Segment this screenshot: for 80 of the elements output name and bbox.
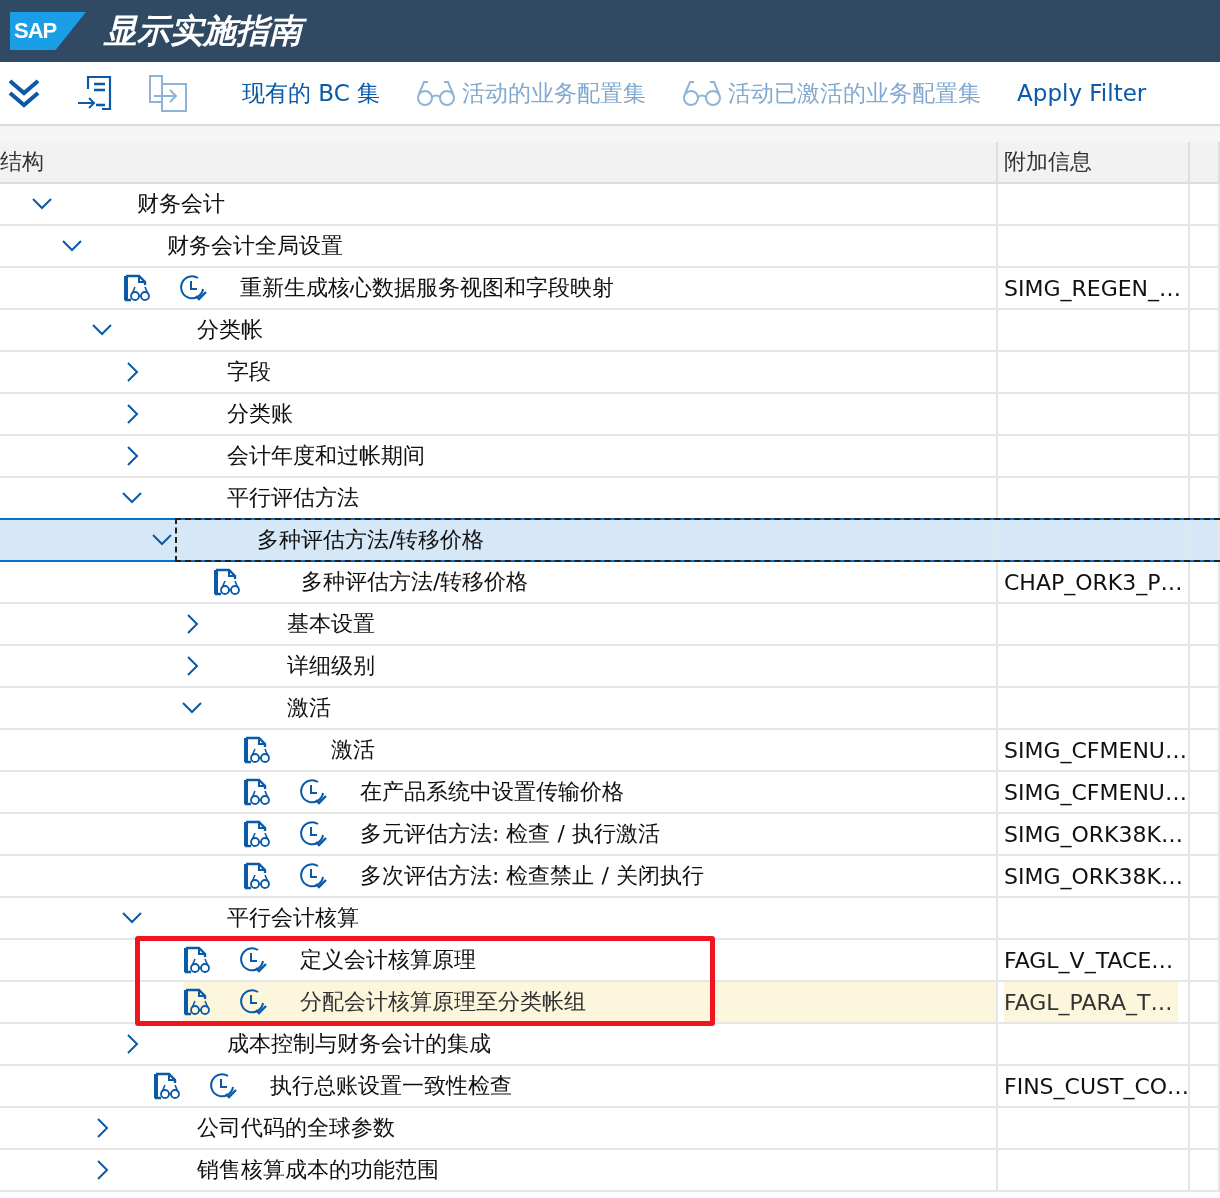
toolbar-button[interactable]: 现有的 BC 集: [242, 77, 381, 109]
tree-row[interactable]: 重新生成核心数据服务视图和字段映射 SIMG_REGEN_…: [0, 268, 1220, 310]
node-label[interactable]: 多种评估方法/转移价格: [257, 525, 485, 555]
node-label[interactable]: 会计年度和过帐期间: [227, 441, 425, 471]
logo: SAP: [10, 12, 86, 50]
technical-name: SIMG_ORK38K…: [1004, 862, 1184, 892]
node-label[interactable]: 财务会计全局设置: [167, 231, 343, 261]
tree-row[interactable]: 财务会计: [0, 184, 1220, 226]
document-glasses-icon[interactable]: [153, 1071, 181, 1101]
document-glasses-icon[interactable]: [243, 819, 271, 849]
tree-row[interactable]: 详细级别: [0, 646, 1220, 688]
technical-name: CHAP_ORK3_P…: [1004, 568, 1184, 598]
tree-row[interactable]: 激活: [0, 688, 1220, 730]
node-label[interactable]: 详细级别: [287, 651, 375, 681]
tree-row[interactable]: 多次评估方法: 检查禁止 / 关闭执行 SIMG_ORK38K…: [0, 856, 1220, 898]
technical-name: FINS_CUST_CO…: [1004, 1072, 1191, 1102]
document-glasses-icon[interactable]: [123, 273, 151, 303]
node-label[interactable]: 基本设置: [287, 609, 375, 639]
activity-label[interactable]: 定义会计核算原理: [300, 945, 476, 975]
clock-check-icon[interactable]: [238, 987, 268, 1017]
tree-row[interactable]: 平行会计核算: [0, 898, 1220, 940]
node-label[interactable]: 分类帐: [197, 315, 263, 345]
node-label[interactable]: 激活: [287, 693, 331, 723]
toolbar-button[interactable]: [76, 75, 114, 111]
document-glasses-icon[interactable]: [243, 777, 271, 807]
tree-row[interactable]: 分类账: [0, 394, 1220, 436]
document-glasses-icon[interactable]: [213, 567, 241, 597]
box-arrow-icon: [148, 74, 188, 112]
technical-name: SIMG_CFMENU…: [1004, 736, 1188, 766]
activity-label[interactable]: 激活: [331, 735, 375, 765]
tree-row[interactable]: 分类帐: [0, 310, 1220, 352]
document-glasses-icon[interactable]: [183, 987, 211, 1017]
document-glasses-icon[interactable]: [183, 945, 211, 975]
technical-name: SIMG_REGEN_…: [1004, 274, 1183, 304]
clock-check-icon[interactable]: [298, 819, 328, 849]
column-header: 附加信息: [1004, 148, 1092, 176]
tree-row[interactable]: 执行总账设置一致性检查 FINS_CUST_CO…: [0, 1066, 1220, 1108]
activity-label[interactable]: 在产品系统中设置传输价格: [360, 777, 624, 807]
document-glasses-icon[interactable]: [243, 735, 271, 765]
tree-row[interactable]: 激活 SIMG_CFMENU…: [0, 730, 1220, 772]
clock-check-icon[interactable]: [208, 1071, 238, 1101]
tree-row[interactable]: 字段: [0, 352, 1220, 394]
toolbar-button[interactable]: Apply Filter: [1017, 80, 1147, 106]
technical-name: SIMG_ORK38K…: [1004, 820, 1184, 850]
activity-label[interactable]: 多种评估方法/转移价格: [301, 567, 529, 597]
tree-row[interactable]: 会计年度和过帐期间: [0, 436, 1220, 478]
glasses-icon: [416, 79, 457, 107]
tree-row[interactable]: 成本控制与财务会计的集成: [0, 1024, 1220, 1066]
tree-row[interactable]: 多种评估方法/转移价格: [0, 518, 1220, 562]
clock-check-icon[interactable]: [178, 273, 208, 303]
tree-row[interactable]: 多种评估方法/转移价格 CHAP_ORK3_P…: [0, 562, 1220, 604]
node-label[interactable]: 公司代码的全球参数: [197, 1113, 395, 1143]
document-arrow-icon: [76, 75, 114, 111]
node-label[interactable]: 成本控制与财务会计的集成: [227, 1029, 491, 1059]
tree-row[interactable]: 基本设置: [0, 604, 1220, 646]
document-glasses-icon[interactable]: [243, 861, 271, 891]
node-label[interactable]: 销售核算成本的功能范围: [197, 1155, 439, 1185]
tree-row[interactable]: 销售核算成本的功能范围: [0, 1150, 1220, 1192]
technical-name: SIMG_CFMENU…: [1004, 778, 1188, 808]
window-title: 显示实施指南: [102, 7, 310, 55]
tree-row[interactable]: 公司代码的全球参数: [0, 1108, 1220, 1150]
node-label[interactable]: 字段: [227, 357, 271, 387]
node-label[interactable]: 平行评估方法: [227, 483, 359, 513]
clock-check-icon[interactable]: [298, 861, 328, 891]
node-label[interactable]: 财务会计: [137, 189, 225, 219]
node-label[interactable]: 平行会计核算: [227, 903, 359, 933]
tree-row[interactable]: 在产品系统中设置传输价格 SIMG_CFMENU…: [0, 772, 1220, 814]
activity-label[interactable]: 多次评估方法: 检查禁止 / 关闭执行: [360, 861, 704, 891]
tree-row[interactable]: 财务会计全局设置: [0, 226, 1220, 268]
activity-label[interactable]: 执行总账设置一致性检查: [270, 1071, 512, 1101]
column-header: 结构: [0, 148, 44, 176]
node-label[interactable]: 分类账: [227, 399, 293, 429]
clock-check-icon[interactable]: [238, 945, 268, 975]
tree-row[interactable]: 多元评估方法: 检查 / 执行激活 SIMG_ORK38K…: [0, 814, 1220, 856]
technical-name: FAGL_V_TACE…: [1004, 946, 1175, 976]
technical-name: FAGL_PARA_T…: [1004, 982, 1179, 1022]
activity-label[interactable]: 重新生成核心数据服务视图和字段映射: [240, 273, 614, 303]
activity-label[interactable]: 多元评估方法: 检查 / 执行激活: [360, 819, 660, 849]
clock-check-icon[interactable]: [298, 777, 328, 807]
glasses-icon: [682, 79, 723, 107]
